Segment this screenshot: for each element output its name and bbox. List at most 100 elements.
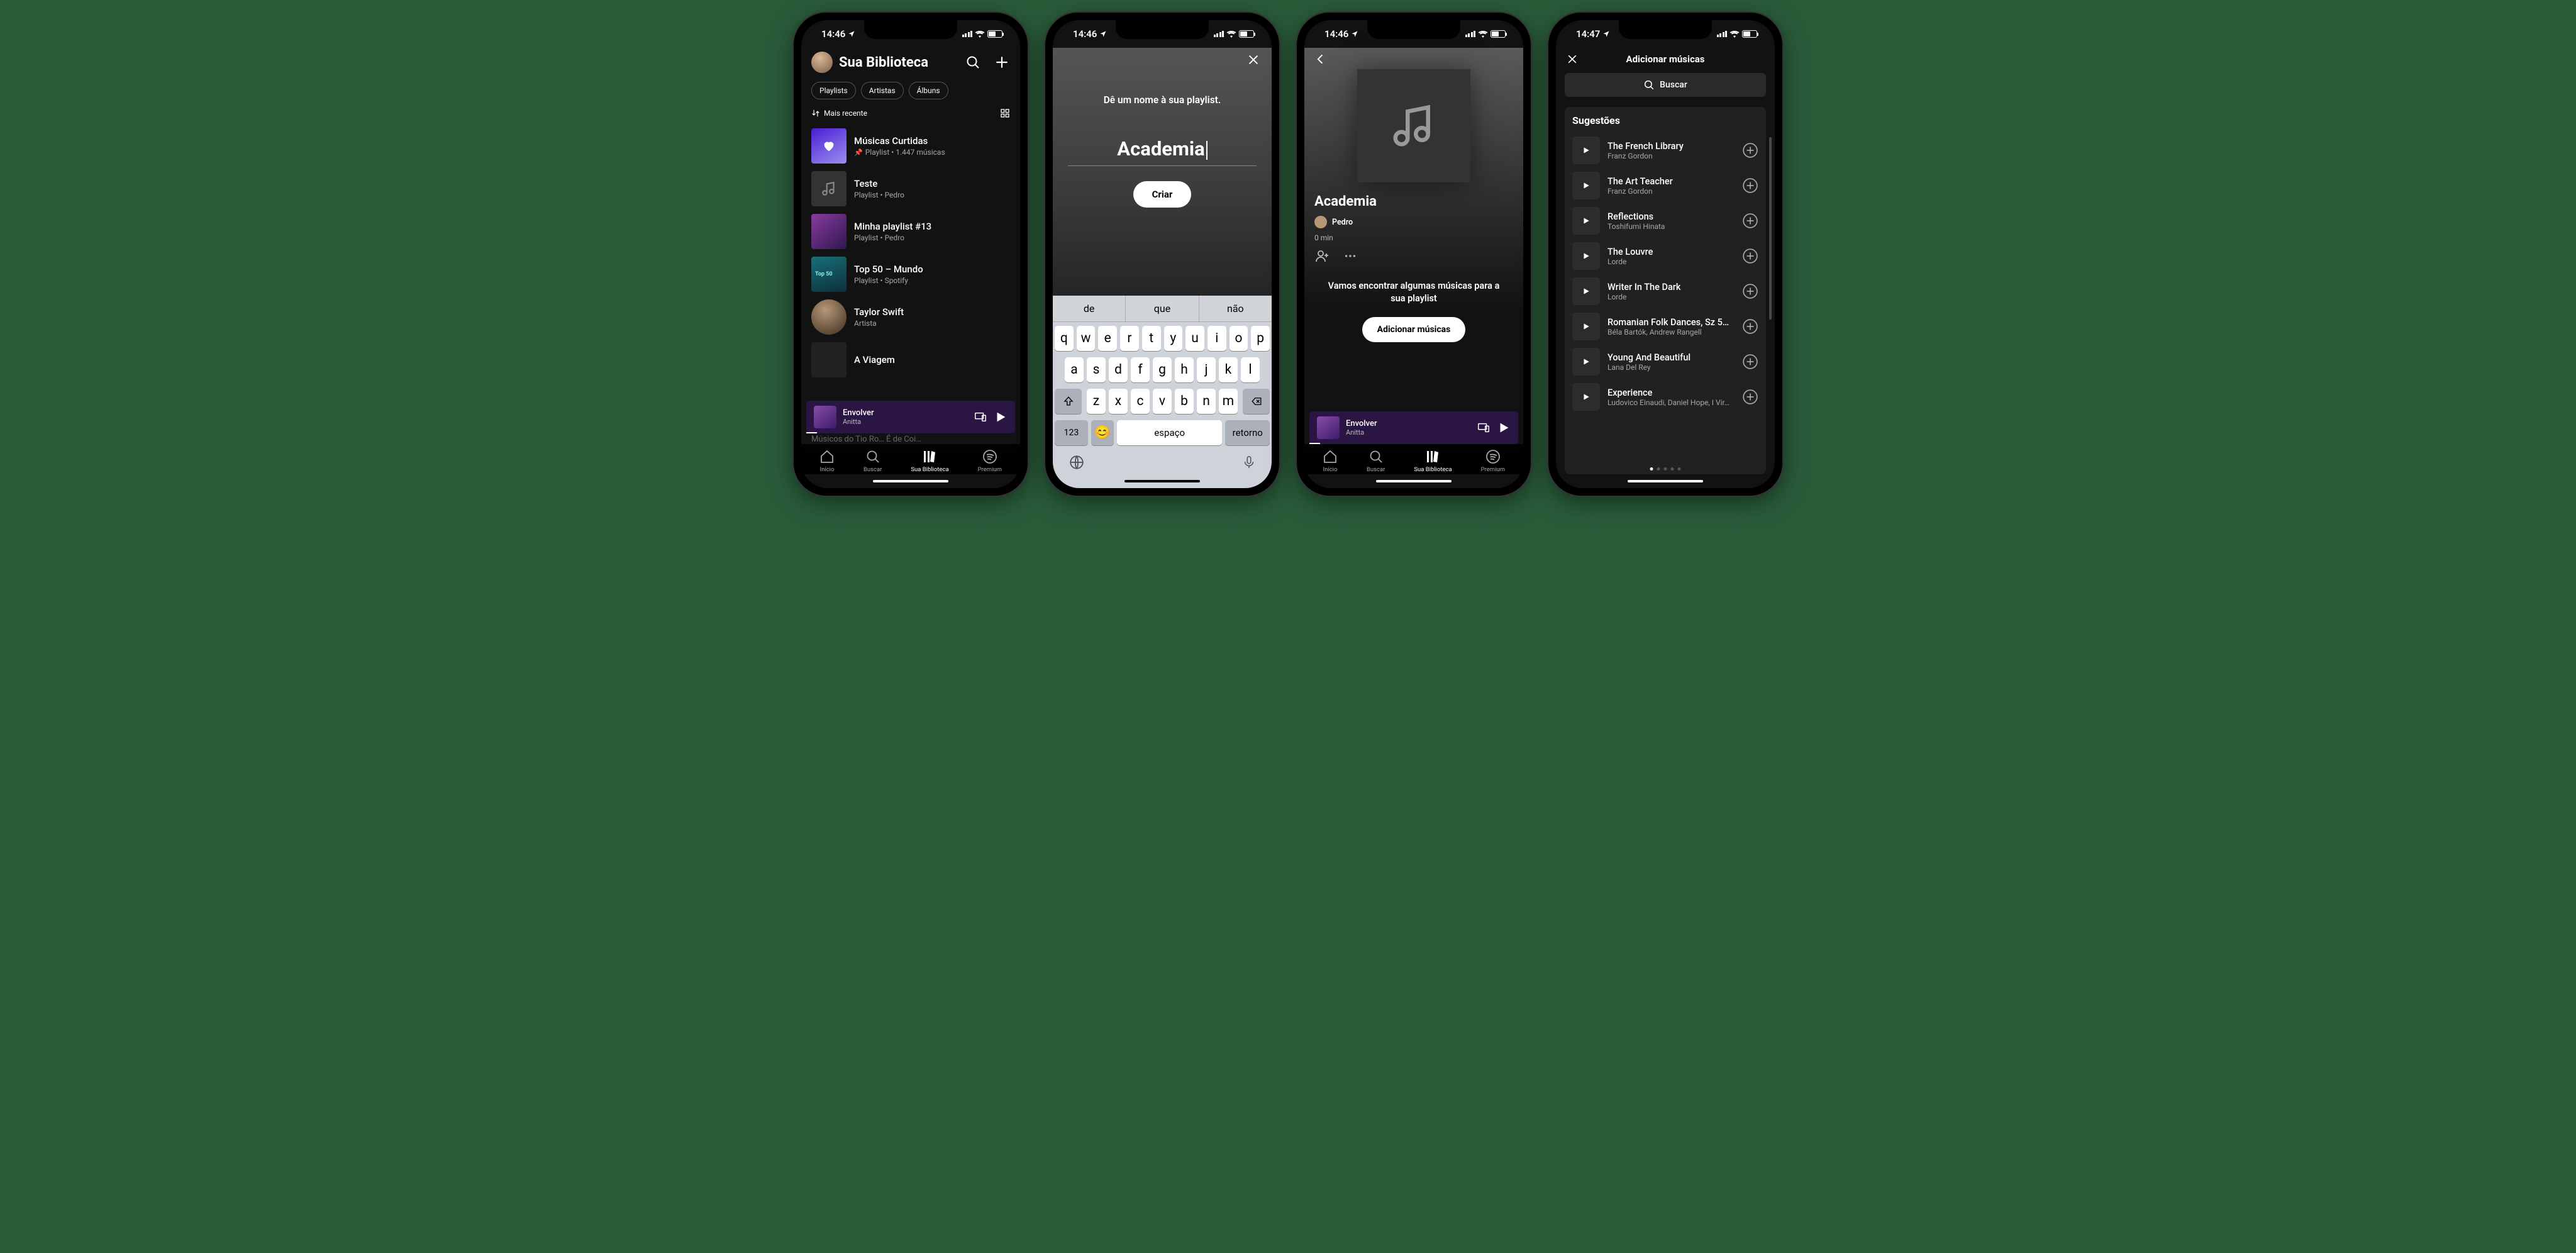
tab-home[interactable]: Início [819, 449, 835, 473]
suggestion-item[interactable]: Young And BeautifulLana Del Rey [1572, 344, 1758, 379]
key-u[interactable]: u [1185, 326, 1204, 351]
list-item[interactable]: Músicas Curtidas 📌Playlist • 1.447 músic… [811, 125, 1010, 167]
playlist-name-input[interactable]: Academia [1068, 137, 1257, 166]
add-track-button[interactable] [1742, 248, 1758, 264]
close-button[interactable] [1235, 48, 1272, 67]
avatar[interactable] [811, 52, 833, 73]
key-b[interactable]: b [1175, 389, 1194, 414]
home-indicator[interactable] [1053, 474, 1272, 488]
play-icon[interactable] [994, 410, 1008, 424]
back-button[interactable] [1314, 48, 1513, 69]
key-z[interactable]: z [1087, 389, 1106, 414]
add-track-button[interactable] [1742, 142, 1758, 159]
tab-home[interactable]: Início [1323, 449, 1338, 473]
key-n[interactable]: n [1197, 389, 1216, 414]
key-t[interactable]: t [1142, 326, 1161, 351]
list-item[interactable]: A Viagem [811, 338, 1010, 381]
key-a[interactable]: a [1065, 357, 1084, 382]
play-overlay[interactable] [1572, 277, 1600, 305]
tab-search[interactable]: Buscar [1367, 449, 1385, 473]
key-p[interactable]: p [1251, 326, 1270, 351]
add-icon[interactable] [994, 54, 1010, 70]
devices-icon[interactable] [1477, 421, 1491, 435]
key-k[interactable]: k [1219, 357, 1238, 382]
suggestion-item[interactable]: ReflectionsToshifumi Hinata [1572, 203, 1758, 238]
key-f[interactable]: f [1131, 357, 1150, 382]
now-playing-bar[interactable]: Envolver Anitta [806, 401, 1015, 433]
suggestion[interactable]: não [1199, 296, 1272, 321]
key-o[interactable]: o [1230, 326, 1248, 351]
add-user-icon[interactable] [1314, 248, 1330, 264]
sort-button[interactable]: Mais recente [811, 109, 867, 118]
key-g[interactable]: g [1153, 357, 1172, 382]
add-track-button[interactable] [1742, 177, 1758, 194]
key-h[interactable]: h [1175, 357, 1194, 382]
key-j[interactable]: j [1197, 357, 1216, 382]
add-track-button[interactable] [1742, 283, 1758, 299]
key-y[interactable]: y [1164, 326, 1183, 351]
play-icon[interactable] [1497, 421, 1511, 435]
add-track-button[interactable] [1742, 389, 1758, 405]
list-item[interactable]: Minha playlist #13 Playlist • Pedro [811, 210, 1010, 253]
tab-library[interactable]: Sua Biblioteca [1414, 449, 1452, 473]
tab-library[interactable]: Sua Biblioteca [911, 449, 948, 473]
numbers-key[interactable]: 123 [1055, 420, 1088, 445]
play-overlay[interactable] [1572, 172, 1600, 199]
chip-playlists[interactable]: Playlists [811, 82, 856, 99]
suggestion-item[interactable]: ExperienceLudovico Einaudi, Daniel Hope,… [1572, 379, 1758, 415]
home-indicator[interactable] [801, 474, 1020, 488]
key-c[interactable]: c [1131, 389, 1150, 414]
play-overlay[interactable] [1572, 207, 1600, 235]
suggestion[interactable]: que [1126, 296, 1199, 321]
key-s[interactable]: s [1087, 357, 1106, 382]
mic-icon[interactable] [1242, 454, 1256, 471]
key-d[interactable]: d [1109, 357, 1128, 382]
key-m[interactable]: m [1219, 389, 1238, 414]
add-track-button[interactable] [1742, 318, 1758, 335]
play-overlay[interactable] [1572, 313, 1600, 340]
devices-icon[interactable] [974, 410, 987, 424]
backspace-key[interactable] [1243, 389, 1270, 414]
more-icon[interactable] [1343, 249, 1357, 263]
key-e[interactable]: e [1098, 326, 1117, 351]
suggestion-item[interactable]: Romanian Folk Dances, Sz 5…Béla Bartók, … [1572, 309, 1758, 344]
play-overlay[interactable] [1572, 242, 1600, 270]
list-item[interactable]: Taylor Swift Artista [811, 296, 1010, 338]
tab-search[interactable]: Buscar [863, 449, 882, 473]
key-q[interactable]: q [1055, 326, 1074, 351]
search-field[interactable]: Buscar [1565, 73, 1766, 97]
home-indicator[interactable] [1556, 474, 1775, 488]
key-r[interactable]: r [1120, 326, 1139, 351]
suggestion-item[interactable]: The LouvreLorde [1572, 238, 1758, 274]
key-x[interactable]: x [1109, 389, 1128, 414]
chip-artists[interactable]: Artistas [861, 82, 904, 99]
suggestion-item[interactable]: The French LibraryFranz Gordon [1572, 133, 1758, 168]
home-indicator[interactable] [1304, 474, 1523, 488]
playlist-owner[interactable]: Pedro [1314, 216, 1513, 228]
play-overlay[interactable] [1572, 348, 1600, 376]
play-overlay[interactable] [1572, 383, 1600, 411]
create-button[interactable]: Criar [1133, 181, 1192, 208]
key-i[interactable]: i [1208, 326, 1226, 351]
search-icon[interactable] [965, 54, 981, 70]
scrollbar[interactable] [1769, 137, 1772, 320]
tab-premium[interactable]: Premium [1481, 449, 1505, 473]
add-songs-button[interactable]: Adicionar músicas [1362, 317, 1466, 342]
now-playing-bar[interactable]: Envolver Anitta [1309, 411, 1518, 444]
suggestion-item[interactable]: Writer In The DarkLorde [1572, 274, 1758, 309]
key-l[interactable]: l [1241, 357, 1260, 382]
suggestion[interactable]: de [1053, 296, 1126, 321]
return-key[interactable]: retorno [1225, 420, 1270, 445]
list-item[interactable]: Teste Playlist • Pedro [811, 167, 1010, 210]
add-track-button[interactable] [1742, 213, 1758, 229]
space-key[interactable]: espaço [1117, 420, 1223, 445]
add-track-button[interactable] [1742, 354, 1758, 370]
close-button[interactable] [1566, 53, 1579, 65]
key-v[interactable]: v [1153, 389, 1172, 414]
list-item[interactable]: Top 50 Top 50 – Mundo Playlist • Spotify [811, 253, 1010, 296]
key-w[interactable]: w [1077, 326, 1096, 351]
tab-premium[interactable]: Premium [978, 449, 1002, 473]
play-overlay[interactable] [1572, 136, 1600, 164]
emoji-key[interactable]: 😊 [1091, 420, 1114, 445]
suggestion-item[interactable]: The Art TeacherFranz Gordon [1572, 168, 1758, 203]
